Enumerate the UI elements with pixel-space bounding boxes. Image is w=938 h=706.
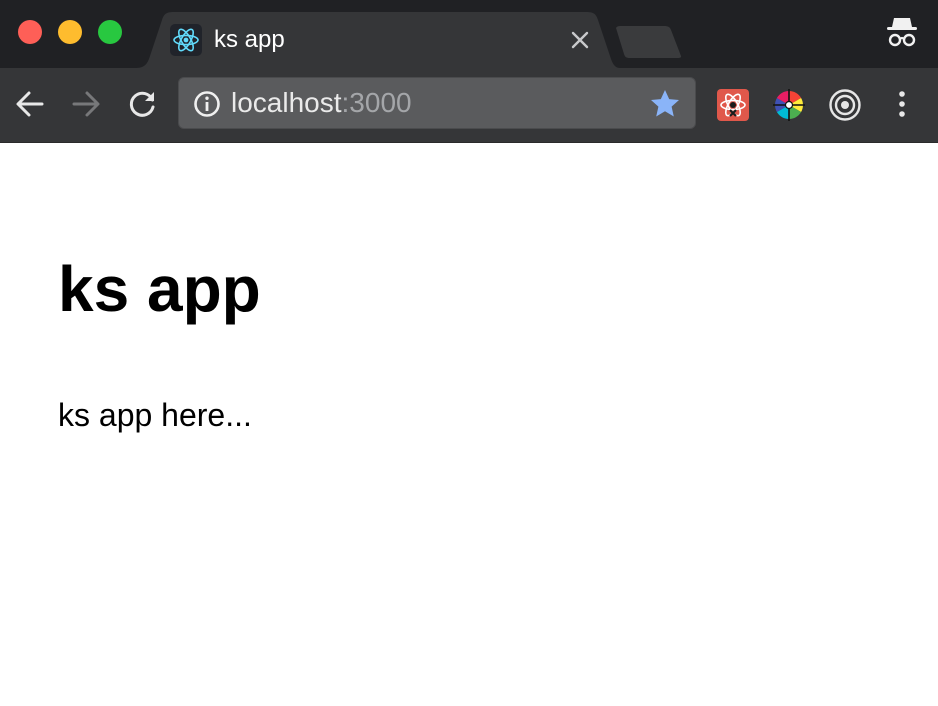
window-close-button[interactable] [18, 20, 42, 44]
page-content: ks app ks app here... [0, 143, 938, 706]
url-port: :3000 [341, 87, 412, 118]
new-tab-icon[interactable] [614, 26, 682, 58]
toolbar: localhost:3000 [0, 68, 938, 143]
omnibox[interactable]: localhost:3000 [178, 77, 696, 129]
star-icon[interactable] [649, 88, 681, 120]
tab-background [136, 12, 620, 68]
arrow-right-icon[interactable] [70, 88, 102, 120]
close-icon[interactable] [566, 26, 594, 54]
reload-icon[interactable] [126, 88, 158, 120]
tab-strip: ks app [0, 0, 938, 68]
kebab-menu-icon[interactable] [886, 88, 918, 120]
arrow-left-icon[interactable] [14, 88, 46, 120]
url-text[interactable]: localhost:3000 [231, 87, 412, 119]
window-maximize-button[interactable] [98, 20, 122, 44]
browser-window: ks app localhost:3000 ks app ks app here… [0, 0, 938, 706]
url-host: localhost [231, 87, 342, 118]
page-title: ks app [58, 253, 261, 325]
page-body-text: ks app here... [58, 397, 252, 433]
window-minimize-button[interactable] [58, 20, 82, 44]
target-icon[interactable] [828, 88, 862, 122]
react-devtools-icon[interactable] [716, 88, 750, 122]
react-icon [170, 24, 202, 56]
info-icon[interactable] [193, 90, 221, 118]
incognito-icon[interactable] [884, 14, 920, 50]
tab-title: ks app [214, 26, 285, 53]
tab-active[interactable]: ks app [136, 12, 620, 68]
color-picker-icon[interactable] [772, 88, 806, 122]
